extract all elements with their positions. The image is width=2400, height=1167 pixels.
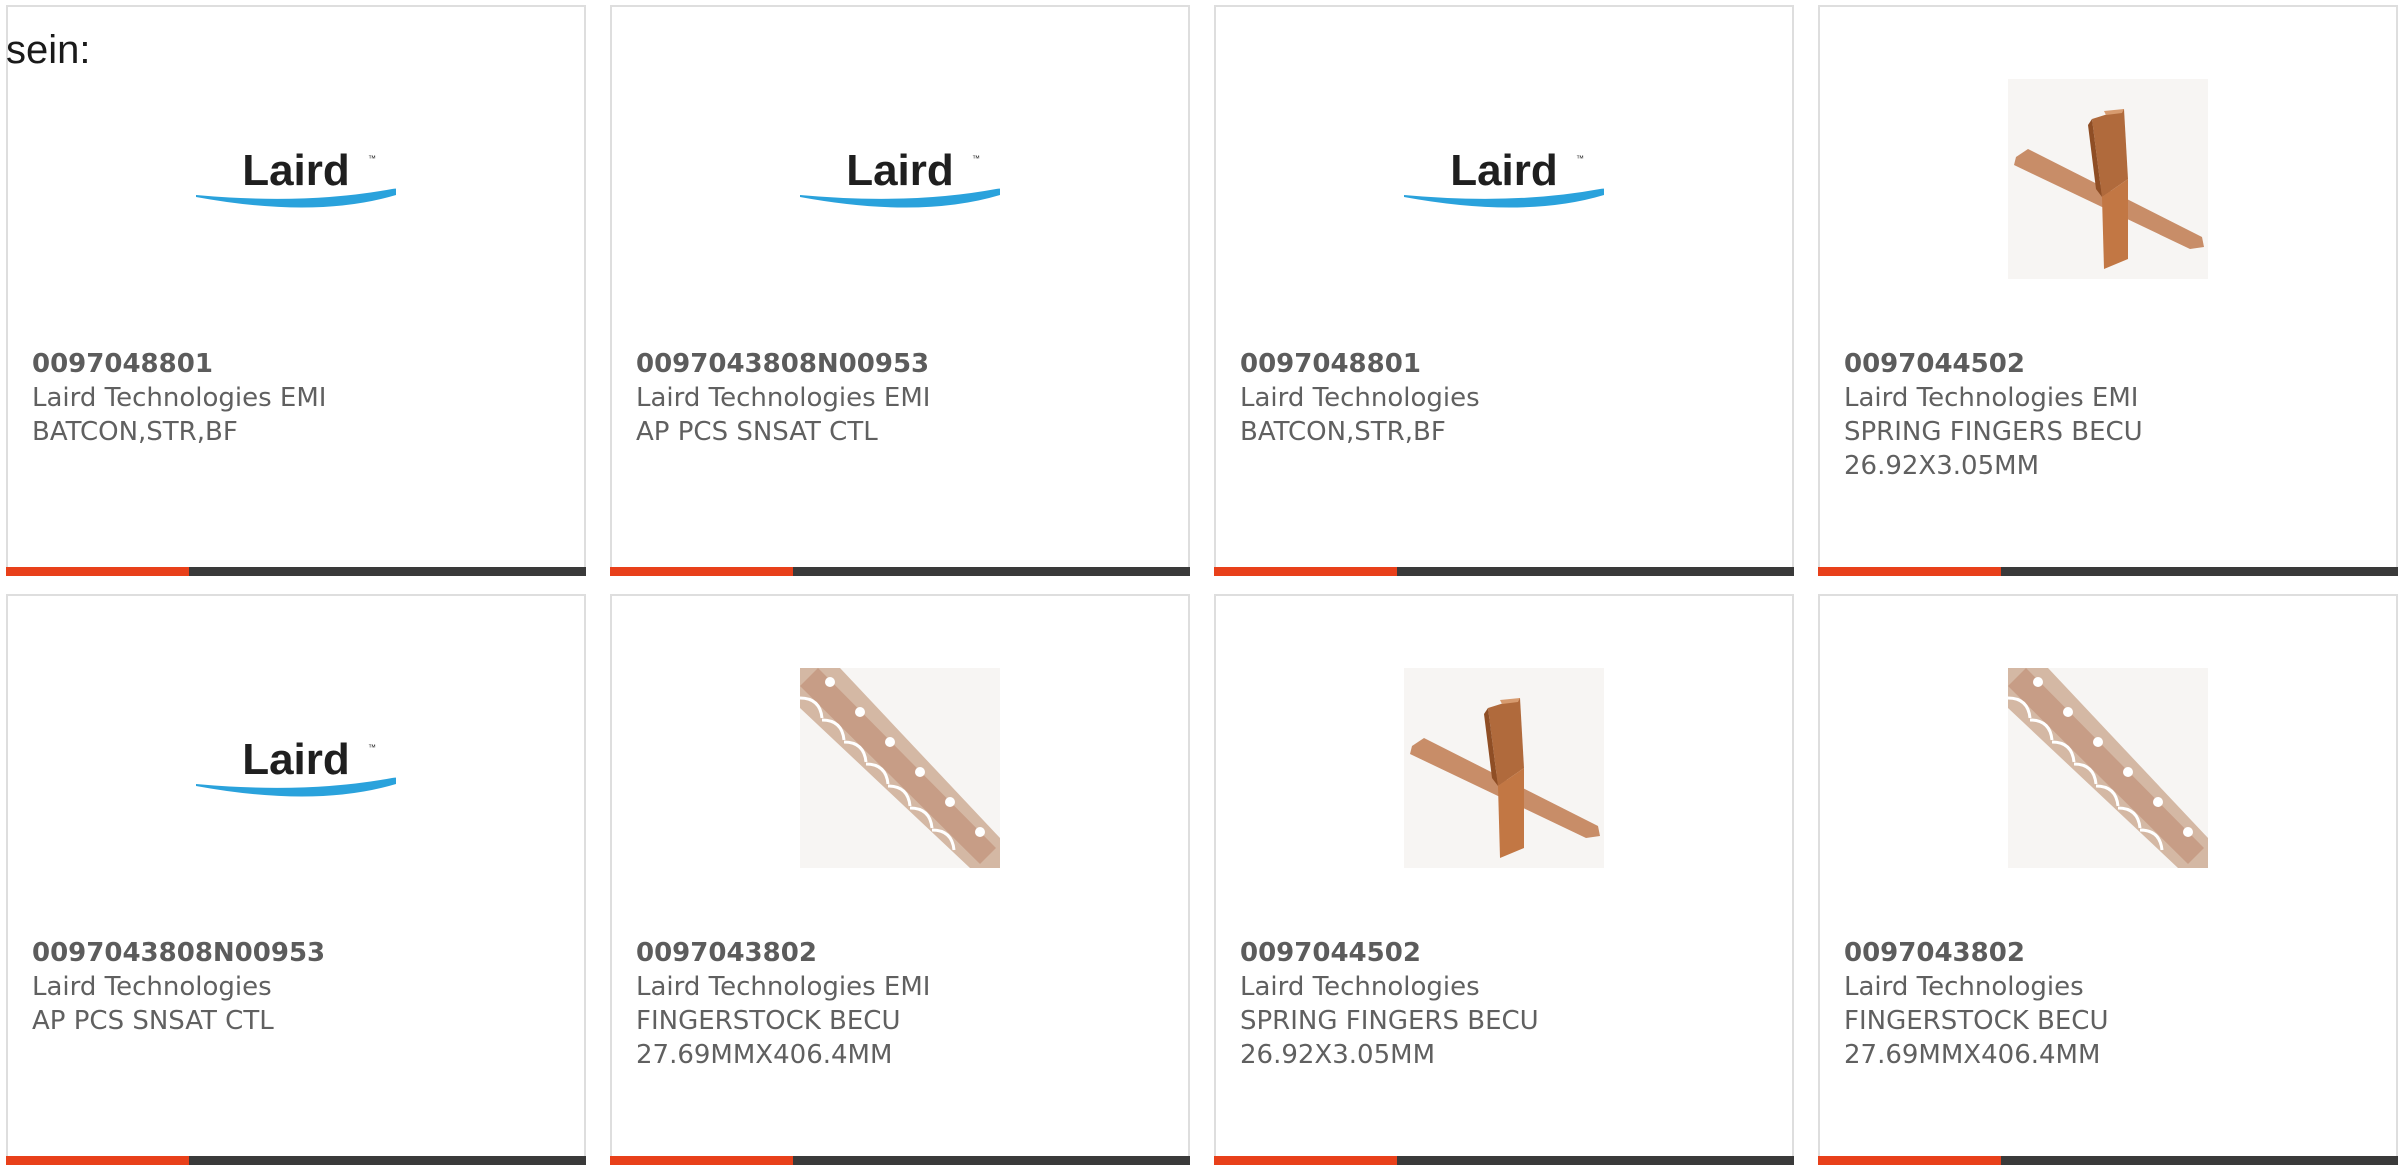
spring-finger-icon — [2008, 79, 2208, 279]
page: sein: Laird ™ 0097048801 Laird Technologi… — [0, 0, 2400, 1167]
card-accent-bar — [610, 567, 793, 576]
laird-logo-icon: Laird ™ — [196, 735, 396, 797]
card-bottom-bar — [1214, 1156, 1794, 1165]
product-manufacturer: Laird Technologies EMI — [32, 383, 327, 413]
product-grid: Laird ™ 0097048801 Laird Technologies EMI… — [6, 5, 2398, 1165]
product-dimensions: 27.69MMX406.4MM — [636, 1040, 893, 1070]
product-part-number[interactable]: 0097048801 — [1240, 347, 1776, 381]
product-card[interactable]: 0097044502 Laird Technologies SPRING FINGE… — [1214, 594, 1794, 1165]
product-info: 0097044502 Laird Technologies EMI SPRING F… — [1844, 347, 2380, 483]
product-dimensions: 26.92X3.05MM — [1844, 451, 2039, 481]
product-manufacturer: Laird Technologies — [1844, 972, 2084, 1002]
product-card[interactable]: Laird ™ 0097043808N00953 Laird Technologi… — [610, 5, 1190, 576]
product-manufacturer: Laird Technologies EMI — [1844, 383, 2139, 413]
card-bottom-bar — [610, 1156, 1190, 1165]
svg-text:™: ™ — [368, 743, 376, 752]
product-card[interactable]: 0097043802 Laird Technologies EMI FINGERST… — [610, 594, 1190, 1165]
laird-logo-icon: Laird ™ — [196, 146, 396, 208]
fingerstock-icon — [800, 668, 1000, 868]
card-bottom-bar — [1818, 1156, 2398, 1165]
product-info: 0097043802 Laird Technologies FINGERSTOCK … — [1844, 936, 2380, 1072]
product-info: 0097043808N00953 Laird Technologies AP PCS… — [32, 936, 568, 1038]
product-manufacturer: Laird Technologies — [1240, 383, 1480, 413]
product-description: FINGERSTOCK BECU — [636, 1006, 901, 1036]
card-accent-bar — [1818, 567, 2001, 576]
product-dimensions: 26.92X3.05MM — [1240, 1040, 1435, 1070]
product-description: SPRING FINGERS BECU — [1844, 417, 2143, 447]
product-card[interactable]: Laird ™ 0097048801 Laird Technologies BATC… — [1214, 5, 1794, 576]
spring-finger-icon — [1404, 668, 1604, 868]
svg-text:™: ™ — [1576, 154, 1584, 163]
product-part-number[interactable]: 0097043808N00953 — [32, 936, 568, 970]
product-info: 0097044502 Laird Technologies SPRING FINGE… — [1240, 936, 1776, 1072]
product-part-number[interactable]: 0097043808N00953 — [636, 347, 1172, 381]
product-manufacturer: Laird Technologies EMI — [636, 383, 931, 413]
product-manufacturer: Laird Technologies — [1240, 972, 1480, 1002]
product-image[interactable] — [1404, 668, 1604, 868]
card-bottom-bar — [6, 567, 586, 576]
card-accent-bar — [1818, 1156, 2001, 1165]
card-bottom-bar — [6, 1156, 586, 1165]
svg-text:™: ™ — [972, 154, 980, 163]
card-bottom-bar — [610, 567, 1190, 576]
intro-text: sein: — [6, 28, 91, 72]
product-image[interactable]: Laird ™ — [800, 79, 1000, 279]
product-description: BATCON,STR,BF — [32, 417, 238, 447]
product-manufacturer: Laird Technologies EMI — [636, 972, 931, 1002]
card-accent-bar — [6, 1156, 189, 1165]
card-accent-bar — [610, 1156, 793, 1165]
card-accent-bar — [6, 567, 189, 576]
fingerstock-icon — [2008, 668, 2208, 868]
product-part-number[interactable]: 0097048801 — [32, 347, 568, 381]
product-part-number[interactable]: 0097043802 — [1844, 936, 2380, 970]
product-manufacturer: Laird Technologies — [32, 972, 272, 1002]
product-image[interactable] — [800, 668, 1000, 868]
product-part-number[interactable]: 0097044502 — [1240, 936, 1776, 970]
product-info: 0097043802 Laird Technologies EMI FINGERST… — [636, 936, 1172, 1072]
product-info: 0097048801 Laird Technologies BATCON,STR,B… — [1240, 347, 1776, 449]
product-description: AP PCS SNSAT CTL — [32, 1006, 274, 1036]
product-card[interactable]: 0097043802 Laird Technologies FINGERSTOCK … — [1818, 594, 2398, 1165]
product-part-number[interactable]: 0097044502 — [1844, 347, 2380, 381]
logo-wordmark: Laird — [846, 146, 954, 195]
laird-logo-icon: Laird ™ — [800, 146, 1000, 208]
card-bottom-bar — [1214, 567, 1794, 576]
card-bottom-bar — [1818, 567, 2398, 576]
laird-logo-icon: Laird ™ — [1404, 146, 1604, 208]
product-image[interactable] — [2008, 79, 2208, 279]
product-dimensions: 27.69MMX406.4MM — [1844, 1040, 2101, 1070]
product-image[interactable]: Laird ™ — [196, 79, 396, 279]
product-card[interactable]: Laird ™ 0097048801 Laird Technologies EMI… — [6, 5, 586, 576]
logo-wordmark: Laird — [242, 735, 350, 784]
product-info: 0097048801 Laird Technologies EMI BATCON,S… — [32, 347, 568, 449]
product-part-number[interactable]: 0097043802 — [636, 936, 1172, 970]
product-image[interactable]: Laird ™ — [1404, 79, 1604, 279]
product-description: BATCON,STR,BF — [1240, 417, 1446, 447]
product-description: SPRING FINGERS BECU — [1240, 1006, 1539, 1036]
product-card[interactable]: 0097044502 Laird Technologies EMI SPRING F… — [1818, 5, 2398, 576]
product-info: 0097043808N00953 Laird Technologies EMI AP… — [636, 347, 1172, 449]
product-description: AP PCS SNSAT CTL — [636, 417, 878, 447]
product-image[interactable] — [2008, 668, 2208, 868]
product-card[interactable]: Laird ™ 0097043808N00953 Laird Technologi… — [6, 594, 586, 1165]
card-accent-bar — [1214, 1156, 1397, 1165]
card-accent-bar — [1214, 567, 1397, 576]
svg-text:™: ™ — [368, 154, 376, 163]
logo-wordmark: Laird — [242, 146, 350, 195]
product-description: FINGERSTOCK BECU — [1844, 1006, 2109, 1036]
logo-wordmark: Laird — [1450, 146, 1558, 195]
product-image[interactable]: Laird ™ — [196, 668, 396, 868]
